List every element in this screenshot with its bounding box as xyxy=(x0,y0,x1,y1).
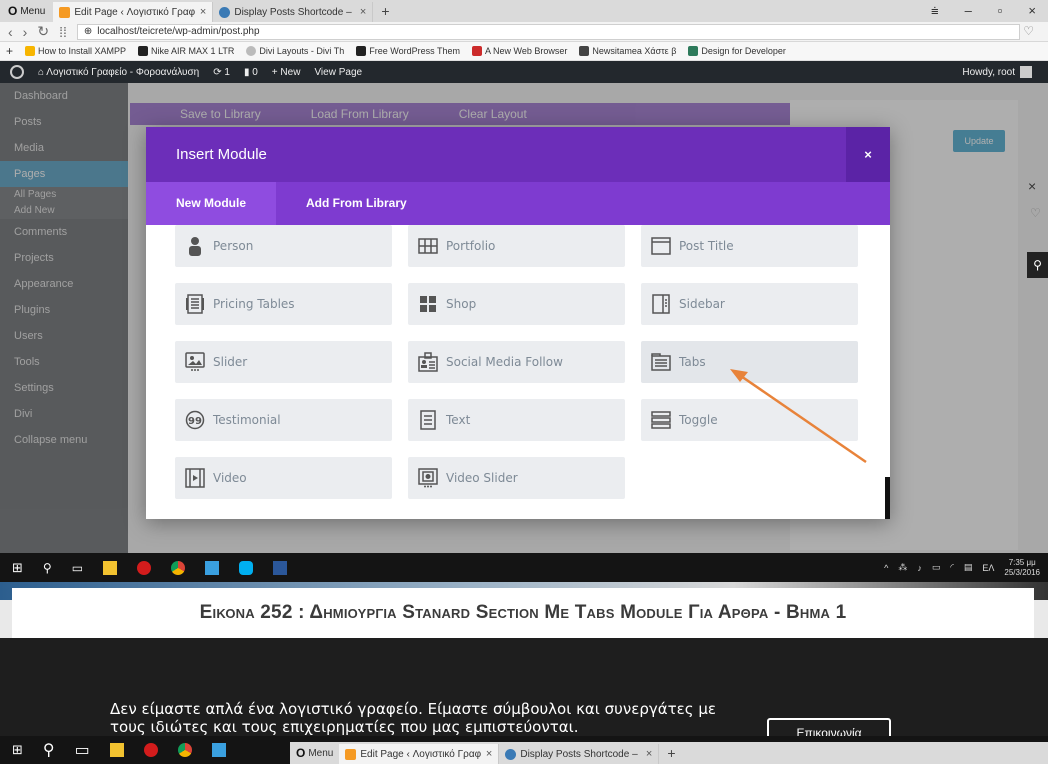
language-indicator[interactable]: ΕΛ xyxy=(982,563,994,573)
opera-icon[interactable] xyxy=(137,560,152,575)
windows-start-icon[interactable]: ⊞ xyxy=(12,560,23,576)
figure-caption: Εικονα 252 : Δημιουργια Stanard Section … xyxy=(199,602,847,623)
hero-text: Δεν είμαστε απλά ένα λογιστικό γραφείο. … xyxy=(110,700,716,736)
file-explorer-icon[interactable] xyxy=(109,743,124,757)
search-icon[interactable]: ⚲ xyxy=(43,561,52,575)
browser-titlebar-secondary: O Menu Edit Page ‹ Λογιστικό Γραφ × Disp… xyxy=(290,742,1048,764)
app-icon[interactable] xyxy=(211,743,226,757)
browser-tab[interactable]: Edit Page ‹ Λογιστικό Γραφ × xyxy=(339,744,500,764)
system-tray: ^ ⁂ ♪ ▭ ◜ ▤ ΕΛ 7:35 μμ 25/3/2016 xyxy=(884,558,1048,578)
windows-start-icon[interactable]: ⊞ xyxy=(12,742,23,758)
new-tab-icon[interactable]: + xyxy=(659,745,683,761)
windows-taskbar: ⊞ ⚲ ▭ ^ ⁂ ♪ ▭ ◜ ▤ ΕΛ 7:35 μμ 25/3/2016 xyxy=(0,553,1048,582)
search-icon[interactable]: ⚲ xyxy=(43,740,55,760)
app-icon[interactable] xyxy=(205,560,220,575)
tab-favicon-icon xyxy=(505,748,517,760)
chrome-icon[interactable] xyxy=(171,560,186,575)
tab-close-icon[interactable]: × xyxy=(486,748,492,760)
clock-date: 25/3/2016 xyxy=(1004,567,1040,577)
tab-close-icon[interactable]: × xyxy=(646,748,652,760)
opera-logo-icon: O xyxy=(296,746,306,760)
chrome-icon[interactable] xyxy=(177,743,192,757)
volume-icon[interactable]: ♪ xyxy=(917,563,922,573)
wifi-icon[interactable]: ◜ xyxy=(950,562,954,573)
task-view-icon[interactable]: ▭ xyxy=(75,740,90,760)
browser-menu-button[interactable]: O Menu xyxy=(290,746,339,760)
figure-caption-box: Εικονα 252 : Δημιουργια Stanard Section … xyxy=(12,588,1034,638)
tray-arrow-icon[interactable]: ^ xyxy=(884,563,888,573)
task-view-icon[interactable]: ▭ xyxy=(72,561,83,575)
tab-title: Display Posts Shortcode – xyxy=(520,748,638,760)
notifications-icon[interactable]: ▤ xyxy=(964,562,973,573)
tab-favicon-icon xyxy=(345,748,357,760)
battery-icon[interactable]: ▭ xyxy=(932,562,941,573)
skype-icon[interactable] xyxy=(239,560,254,575)
clock[interactable]: 7:35 μμ 25/3/2016 xyxy=(1004,558,1040,578)
network-icon[interactable]: ⁂ xyxy=(898,562,907,573)
menu-label: Menu xyxy=(308,747,334,759)
clock-time: 7:35 μμ xyxy=(1008,557,1036,567)
word-icon[interactable] xyxy=(273,560,288,575)
browser-tab[interactable]: Display Posts Shortcode – × xyxy=(499,744,660,764)
tab-title: Edit Page ‹ Λογιστικό Γραφ xyxy=(360,748,482,760)
file-explorer-icon[interactable] xyxy=(103,560,118,575)
opera-icon[interactable] xyxy=(143,743,158,757)
